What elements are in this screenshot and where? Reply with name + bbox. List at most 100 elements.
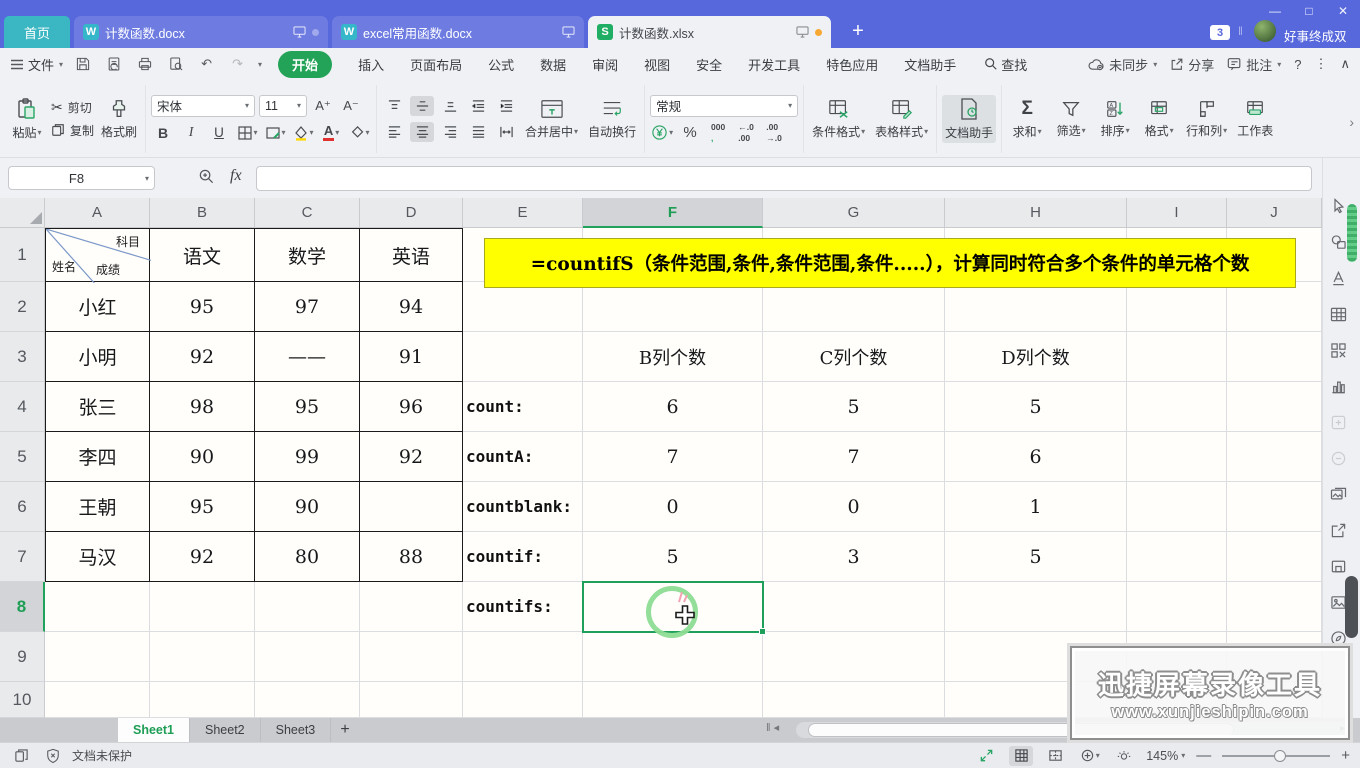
maximize-button[interactable]: □ (1292, 0, 1326, 22)
zoom-slider-knob[interactable] (1274, 749, 1287, 762)
cell-F2[interactable] (583, 282, 763, 332)
row-header-1[interactable]: 1 (0, 228, 45, 282)
cell-J2[interactable] (1227, 282, 1322, 332)
align-left-icon[interactable] (382, 122, 406, 142)
cell-B8[interactable] (150, 582, 255, 632)
comment-button[interactable]: 批注 ▾ (1227, 55, 1281, 74)
currency-icon[interactable]: ▾ (650, 123, 674, 143)
borders-icon[interactable]: ▾ (235, 123, 259, 143)
add-sheet-button[interactable]: + (332, 719, 358, 741)
menu-tab-数据[interactable]: 数据 (540, 52, 566, 77)
comma-style-icon[interactable]: 000, (706, 122, 730, 142)
doc-assistant-button[interactable]: 文档助手 (942, 94, 997, 143)
wrap-text-button[interactable]: 自动换行 (585, 96, 639, 142)
column-header-I[interactable]: I (1127, 198, 1227, 228)
column-header-J[interactable]: J (1227, 198, 1322, 228)
cell-E3[interactable] (463, 332, 583, 382)
format-painter-button[interactable]: 格式刷 (98, 96, 140, 142)
cell-F6[interactable]: 0 (583, 482, 763, 532)
cell-E8[interactable]: countifs: (463, 582, 583, 632)
sort-button[interactable]: AZ 排序 ▾ (1095, 97, 1135, 141)
decrease-font-icon[interactable]: A⁻ (339, 96, 363, 116)
cell-A5[interactable]: 李四 (45, 432, 150, 482)
pin-icon[interactable] (312, 28, 319, 36)
fullscreen-icon[interactable] (975, 746, 998, 766)
cell-I5[interactable] (1127, 432, 1227, 482)
align-right-icon[interactable] (438, 122, 462, 142)
cell-G6[interactable]: 0 (763, 482, 945, 532)
row-header-5[interactable]: 5 (0, 432, 45, 482)
zoom-formula-icon[interactable] (198, 168, 215, 185)
cell-J5[interactable] (1227, 432, 1322, 482)
percent-icon[interactable]: % (678, 123, 702, 143)
cell-J6[interactable] (1227, 482, 1322, 532)
column-header-H[interactable]: H (945, 198, 1127, 228)
decrease-decimal-icon[interactable]: .00 →.0 (762, 122, 786, 142)
export-pdf-icon[interactable] (102, 54, 125, 74)
cell-G3[interactable]: C列个数 (763, 332, 945, 382)
cell-B3[interactable]: 92 (150, 332, 255, 382)
cell-H7[interactable]: 5 (945, 532, 1127, 582)
menu-tab-视图[interactable]: 视图 (644, 52, 670, 77)
column-header-F[interactable]: F (583, 198, 763, 228)
cell-D8[interactable] (360, 582, 463, 632)
find-button[interactable]: 查找 (984, 55, 1027, 74)
cell-D10[interactable] (360, 682, 463, 718)
panel-handle[interactable] (1345, 576, 1358, 638)
bold-icon[interactable]: B (151, 123, 175, 143)
avatar[interactable] (1254, 20, 1276, 42)
cell-A7[interactable]: 马汉 (45, 532, 150, 582)
cell-G9[interactable] (763, 632, 945, 682)
cell-C3[interactable]: —— (255, 332, 360, 382)
align-bottom-icon[interactable] (438, 96, 462, 116)
cell-G10[interactable] (763, 682, 945, 718)
redo-icon[interactable]: ↷ (226, 54, 249, 74)
fill-color-icon[interactable]: ▾ (291, 123, 315, 143)
cell-I2[interactable] (1127, 282, 1227, 332)
cell-H2[interactable] (945, 282, 1127, 332)
worksheet-button[interactable]: 工作表 (1234, 97, 1276, 141)
row-header-7[interactable]: 7 (0, 532, 45, 582)
cell-C7[interactable]: 80 (255, 532, 360, 582)
cell-A8[interactable] (45, 582, 150, 632)
cell-C9[interactable] (255, 632, 360, 682)
fill-handle[interactable] (759, 628, 766, 635)
wordart-icon[interactable] (1325, 265, 1351, 291)
cell-C4[interactable]: 95 (255, 382, 360, 432)
quickbar-dropdown-icon[interactable]: ▾ (258, 60, 262, 69)
cell-D5[interactable]: 92 (360, 432, 463, 482)
home-tab[interactable]: 首页 (4, 16, 70, 48)
cell-A1[interactable]: 科目 姓名 成绩 (45, 228, 151, 283)
cell-H3[interactable]: D列个数 (945, 332, 1127, 382)
cell-J8[interactable] (1227, 582, 1322, 632)
cell-H4[interactable]: 5 (945, 382, 1127, 432)
sheet-tab-Sheet3[interactable]: Sheet3 (261, 718, 332, 742)
cell-D9[interactable] (360, 632, 463, 682)
cell-G8[interactable] (763, 582, 945, 632)
cell-B6[interactable]: 95 (150, 482, 255, 532)
cell-F9[interactable] (583, 632, 763, 682)
menu-tab-文档助手[interactable]: 文档助手 (904, 52, 956, 77)
zoom-level[interactable]: 145% ▾ (1146, 749, 1185, 763)
font-color-icon[interactable]: A ▾ (319, 123, 343, 143)
conditional-format-button[interactable]: 条件格式 ▾ (809, 96, 868, 142)
name-box[interactable]: F8 ▾ (8, 166, 155, 190)
font-size-select[interactable]: 11 ▾ (259, 94, 308, 117)
cell-J4[interactable] (1227, 382, 1322, 432)
menu-tab-公式[interactable]: 公式 (488, 52, 514, 77)
formula-input[interactable] (256, 166, 1312, 191)
cell-B10[interactable] (150, 682, 255, 718)
row-header-6[interactable]: 6 (0, 482, 45, 532)
print-preview-icon[interactable] (164, 54, 187, 74)
cell-B1[interactable]: 语文 (150, 228, 255, 282)
merge-center-button[interactable]: 合并居中 ▾ (522, 96, 581, 142)
cell-shading-icon[interactable]: ▾ (263, 123, 287, 143)
table-icon[interactable] (1325, 301, 1351, 327)
menu-tab-插入[interactable]: 插入 (358, 52, 384, 77)
doc-tab-writer-2[interactable]: W excel常用函数.docx (332, 16, 584, 48)
column-header-C[interactable]: C (255, 198, 360, 228)
increase-decimal-icon[interactable]: ←.0.00 (734, 122, 758, 142)
cell-J3[interactable] (1227, 332, 1322, 382)
cell-C5[interactable]: 99 (255, 432, 360, 482)
cell-B4[interactable]: 98 (150, 382, 255, 432)
